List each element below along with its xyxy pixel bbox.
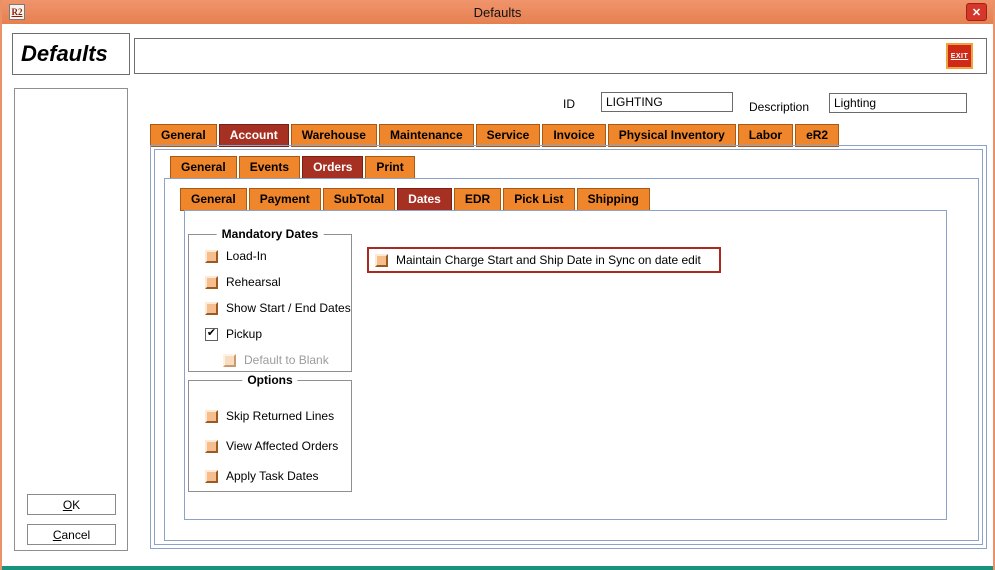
tab-l3-subtotal[interactable]: SubTotal <box>323 188 395 211</box>
tab-l1-physical-inventory[interactable]: Physical Inventory <box>608 124 736 147</box>
tab-l3-general[interactable]: General <box>180 188 247 211</box>
checkbox-row-load-in[interactable]: Load-In <box>205 249 351 263</box>
tab-l3-dates[interactable]: Dates <box>397 188 452 211</box>
options-title: Options <box>242 373 297 387</box>
tab-l2-general[interactable]: General <box>170 156 237 179</box>
tab-l3-edr[interactable]: EDR <box>454 188 501 211</box>
tab-l1-er2[interactable]: eR2 <box>795 124 839 147</box>
tab-row-level2: General Events Orders Print <box>170 156 415 179</box>
mandatory-dates-title: Mandatory Dates <box>217 227 324 241</box>
tab-l2-print[interactable]: Print <box>365 156 414 179</box>
checkbox-row-default-to-blank: Default to Blank <box>223 353 351 367</box>
sync-date-checkbox[interactable] <box>375 254 388 267</box>
app-icon: R2 <box>9 4 25 20</box>
tab-l1-account[interactable]: Account <box>219 124 289 147</box>
checkbox-row-apply-task-dates[interactable]: Apply Task Dates <box>205 469 351 483</box>
load-in-checkbox[interactable] <box>205 250 218 263</box>
close-button[interactable]: ✕ <box>966 3 987 21</box>
options-group: Options Skip Returned Lines View Affecte… <box>188 380 352 492</box>
cancel-button[interactable]: Cancel <box>27 524 116 545</box>
rehearsal-checkbox[interactable] <box>205 276 218 289</box>
checkbox-row-skip-returned-lines[interactable]: Skip Returned Lines <box>205 409 351 423</box>
mandatory-dates-group: Mandatory Dates Load-In Rehearsal Show S… <box>188 234 352 372</box>
title-bar: R2 Defaults ✕ <box>2 0 993 24</box>
tab-l1-labor[interactable]: Labor <box>738 124 793 147</box>
tab-l2-events[interactable]: Events <box>239 156 300 179</box>
toolbar: EXIT <box>134 38 987 74</box>
apply-task-dates-checkbox[interactable] <box>205 470 218 483</box>
pickup-checkbox[interactable] <box>205 328 218 341</box>
tab-l1-service[interactable]: Service <box>476 124 541 147</box>
sync-date-option-highlight[interactable]: Maintain Charge Start and Ship Date in S… <box>367 247 721 273</box>
window-title: Defaults <box>474 5 522 20</box>
description-label: Description <box>749 100 809 114</box>
tab-l2-orders[interactable]: Orders <box>302 156 363 179</box>
checkbox-row-view-affected-orders[interactable]: View Affected Orders <box>205 439 351 453</box>
id-field[interactable] <box>601 92 733 112</box>
tab-l3-pick-list[interactable]: Pick List <box>503 188 574 211</box>
checkbox-row-pickup[interactable]: Pickup <box>205 327 351 341</box>
tab-l3-payment[interactable]: Payment <box>249 188 321 211</box>
tab-row-level3: General Payment SubTotal Dates EDR Pick … <box>180 188 650 211</box>
description-field[interactable] <box>829 93 967 113</box>
tab-row-level1: General Account Warehouse Maintenance Se… <box>150 124 839 147</box>
page-title: Defaults <box>21 41 108 67</box>
exit-button[interactable]: EXIT <box>946 43 973 69</box>
view-affected-orders-checkbox[interactable] <box>205 440 218 453</box>
default-to-blank-checkbox <box>223 354 236 367</box>
checkbox-row-show-start-end[interactable]: Show Start / End Dates <box>205 301 351 315</box>
show-start-end-checkbox[interactable] <box>205 302 218 315</box>
tab-l1-general[interactable]: General <box>150 124 217 147</box>
tab-l1-maintenance[interactable]: Maintenance <box>379 124 474 147</box>
page-heading-box: Defaults <box>12 33 130 75</box>
defaults-window: R2 Defaults ✕ Defaults OK Cancel EXIT ID… <box>0 0 995 570</box>
tab-l1-warehouse[interactable]: Warehouse <box>291 124 377 147</box>
checkbox-row-rehearsal[interactable]: Rehearsal <box>205 275 351 289</box>
tab-l3-shipping[interactable]: Shipping <box>577 188 650 211</box>
left-panel: OK Cancel <box>14 88 128 551</box>
tab-l1-invoice[interactable]: Invoice <box>542 124 605 147</box>
skip-returned-lines-checkbox[interactable] <box>205 410 218 423</box>
id-label: ID <box>563 97 575 111</box>
ok-button[interactable]: OK <box>27 494 116 515</box>
window-bottom-edge <box>2 566 993 570</box>
